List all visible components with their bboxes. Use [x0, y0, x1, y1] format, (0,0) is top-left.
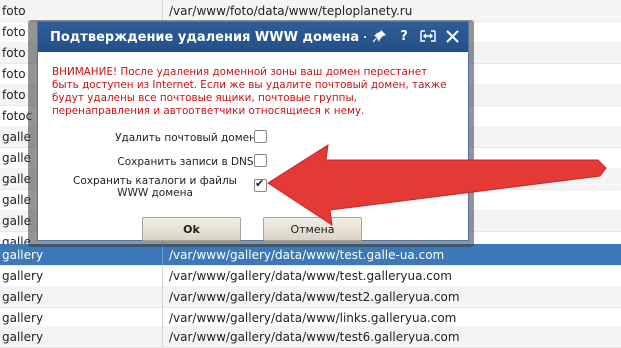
arrow-shape: [267, 144, 607, 227]
annotation-arrow: [267, 144, 607, 227]
table-cell-owner: gallery: [2, 329, 44, 344]
